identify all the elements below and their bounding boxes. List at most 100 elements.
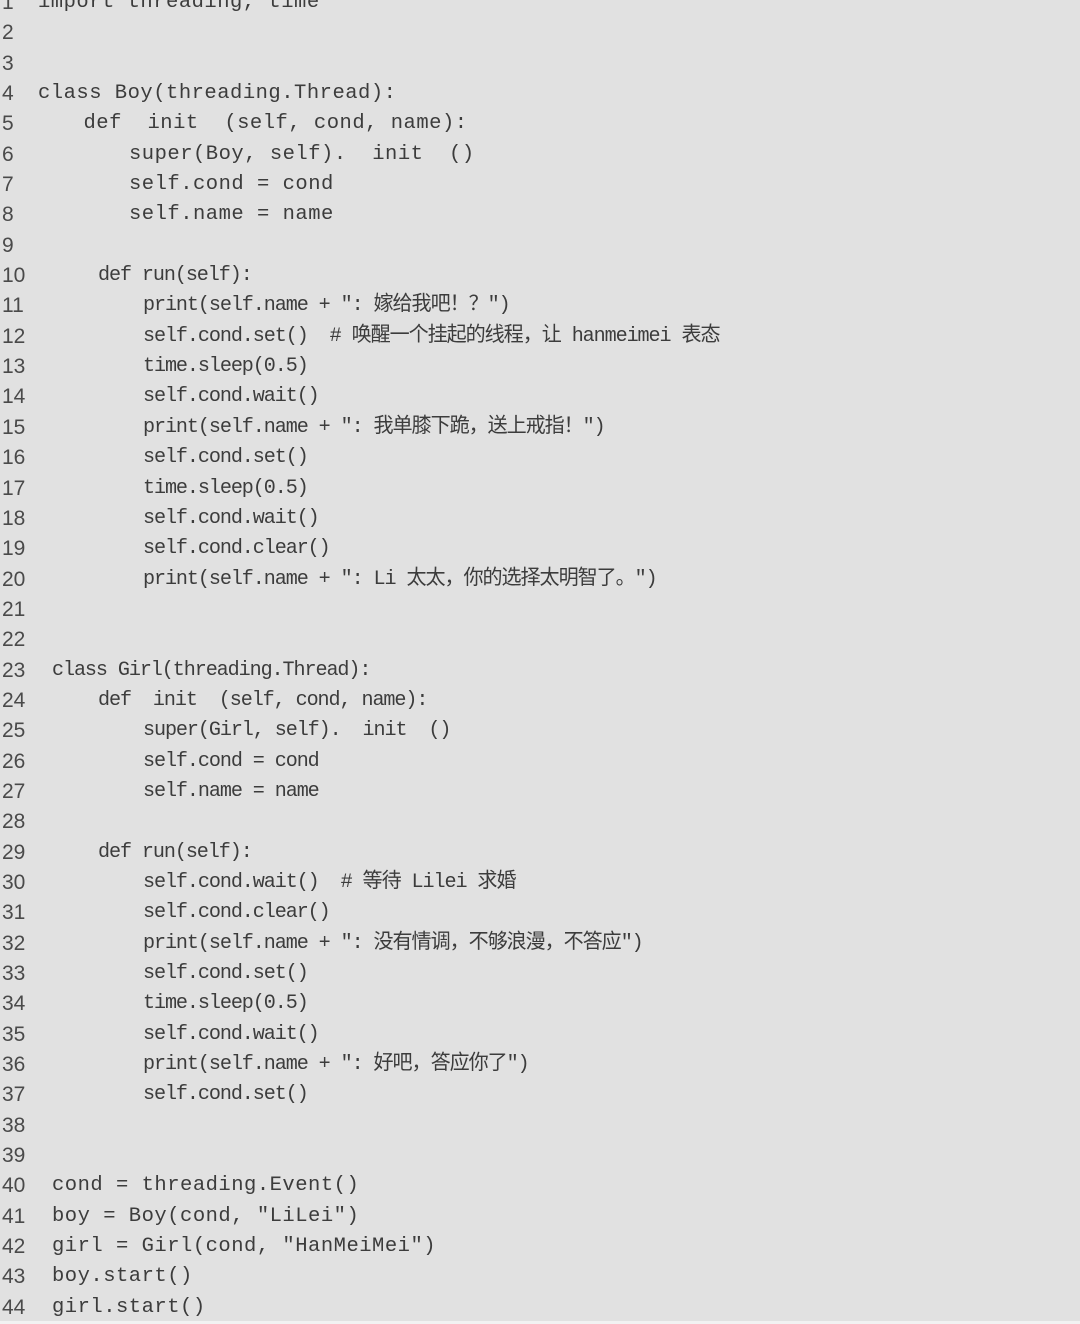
code-line: 4 class Boy(threading.Thread): [0, 79, 1080, 109]
code-text: time.sleep(0.5) [143, 992, 309, 1016]
code-text: self.cond.wait() [143, 1022, 320, 1046]
line-number: 38 [2, 1113, 26, 1137]
code-line: 39 [0, 1141, 1080, 1171]
code-text: print(self.name + ": 好吧，答应你了") [143, 1053, 530, 1077]
line-number: 11 [2, 294, 24, 318]
line-number: 39 [2, 1144, 26, 1168]
code-line: 26 self.cond = cond [0, 747, 1080, 777]
code-line: 28 [0, 807, 1080, 837]
code-text: boy.start() [52, 1265, 193, 1289]
code-line: 11 print(self.name + ": 嫁给我吧！？") [0, 291, 1080, 321]
code-line: 17 time.sleep(0.5) [0, 474, 1080, 504]
line-number: 35 [2, 1022, 26, 1046]
code-line: 31 self.cond.clear() [0, 898, 1080, 928]
line-number: 16 [2, 446, 26, 470]
line-number: 44 [2, 1295, 26, 1319]
line-number: 3 [2, 51, 14, 75]
code-text: class Boy(threading.Thread): [38, 82, 397, 106]
code-line: 38 [0, 1111, 1080, 1141]
line-number: 26 [2, 749, 26, 773]
line-number: 28 [2, 810, 26, 834]
line-number: 4 [2, 82, 14, 106]
line-number: 14 [2, 385, 26, 409]
code-text: self.cond.set() # 唤醒一个挂起的线程，让 hanmeimei … [143, 324, 721, 348]
code-text: self.name = name [143, 779, 320, 803]
code-text: self.cond.wait() [143, 385, 320, 409]
line-number: 43 [2, 1265, 26, 1289]
code-line: 37 self.cond.set() [0, 1080, 1080, 1110]
line-number: 8 [2, 203, 14, 227]
code-line: 44 girl.start() [0, 1293, 1080, 1323]
line-number: 18 [2, 506, 26, 530]
code-text: girl = Girl(cond, "HanMeiMei") [52, 1235, 437, 1259]
line-number: 25 [2, 719, 26, 743]
code-text: self.cond.set() [143, 962, 309, 985]
line-number: 19 [2, 537, 26, 561]
line-number: 9 [2, 233, 14, 257]
code-text: self.cond.wait() [143, 506, 320, 530]
code-line: 27 self.name = name [0, 777, 1080, 807]
line-number: 41 [2, 1204, 26, 1228]
line-number: 20 [2, 567, 26, 591]
code-line: 40 cond = threading.Event() [0, 1171, 1080, 1201]
code-line: 25 super(Girl, self). init () [0, 716, 1080, 746]
code-text: print(self.name + ": Li 太太，你的选择太明智了。") [143, 567, 658, 591]
line-number: 24 [2, 688, 26, 712]
line-number: 12 [2, 324, 26, 348]
code-text: def init (self, cond, name): [83, 112, 468, 136]
code-line: 9 [0, 231, 1080, 261]
code-text: self.cond = cond [143, 749, 320, 773]
code-line: 36 print(self.name + ": 好吧，答应你了") [0, 1050, 1080, 1080]
code-text: self.cond.clear() [143, 901, 331, 925]
code-text: print(self.name + ": 我单膝下跪，送上戒指！") [143, 415, 606, 439]
code-line: 15 print(self.name + ": 我单膝下跪，送上戒指！") [0, 413, 1080, 443]
code-text: self.cond.set() [143, 446, 309, 470]
code-text: print(self.name + ": 没有情调，不够浪漫，不答应") [143, 931, 644, 955]
code-line: 6 super(Boy, self). init () [0, 140, 1080, 170]
code-text: class Girl(threading.Thread): [52, 658, 371, 682]
code-line: 33 self.cond.set() [0, 959, 1080, 989]
code-text: time.sleep(0.5) [143, 355, 309, 379]
line-number: 31 [2, 901, 26, 925]
code-text: super(Boy, self). init () [129, 142, 475, 166]
line-number: 40 [2, 1174, 26, 1198]
code-text: self.cond.wait() # 等待 Lilei 求婚 [143, 870, 517, 894]
code-text: self.cond = cond [129, 173, 334, 197]
code-line: 13 time.sleep(0.5) [0, 352, 1080, 382]
code-text: import threading, time [38, 0, 320, 14]
code-line: 14 self.cond.wait() [0, 382, 1080, 412]
line-number: 32 [2, 931, 26, 955]
line-number: 15 [2, 415, 26, 439]
code-line: 35 self.cond.wait() [0, 1020, 1080, 1050]
code-line: 8 self.name = name [0, 200, 1080, 230]
code-line: 3 [0, 49, 1080, 79]
line-number: 29 [2, 840, 26, 864]
code-text: super(Girl, self). init () [143, 719, 451, 743]
code-text: self.name = name [129, 203, 334, 227]
code-text: print(self.name + ": 嫁给我吧！？") [143, 294, 511, 318]
code-line: 1 import threading, time [0, 0, 1080, 18]
code-line: 7 self.cond = cond [0, 170, 1080, 200]
code-line: 42 girl = Girl(cond, "HanMeiMei") [0, 1232, 1080, 1262]
code-text: cond = threading.Event() [52, 1174, 360, 1198]
line-number: 36 [2, 1053, 26, 1077]
line-number: 17 [2, 476, 26, 500]
line-number: 34 [2, 992, 26, 1016]
line-number: 2 [2, 21, 14, 45]
code-line: 5 def init (self, cond, name): [0, 109, 1080, 139]
line-number: 22 [2, 628, 26, 652]
code-line: 2 [0, 18, 1080, 48]
line-number: 7 [2, 173, 14, 197]
code-line: 12 self.cond.set() # 唤醒一个挂起的线程，让 hanmeime… [0, 322, 1080, 352]
code-line: 10 def run(self): [0, 261, 1080, 291]
code-line: 22 [0, 625, 1080, 655]
code-listing: 1 import threading, time 2 3 4 class Boy(thre… [0, 0, 1080, 1322]
line-number: 42 [2, 1235, 26, 1259]
line-number: 6 [2, 142, 14, 166]
code-line: 20 print(self.name + ": Li 太太，你的选择太明智了。") [0, 565, 1080, 595]
code-line: 30 self.cond.wait() # 等待 Lilei 求婚 [0, 868, 1080, 898]
code-line: 24 def init (self, cond, name): [0, 686, 1080, 716]
code-line: 32 print(self.name + ": 没有情调，不够浪漫，不答应") [0, 929, 1080, 959]
code-line: 23 class Girl(threading.Thread): [0, 656, 1080, 686]
line-number: 10 [2, 264, 26, 288]
